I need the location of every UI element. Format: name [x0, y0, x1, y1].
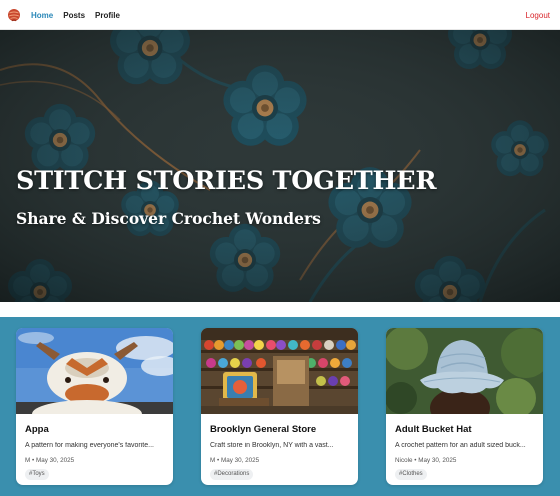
post-card[interactable]: Adult Bucket Hat A crochet pattern for a…: [386, 328, 543, 485]
post-description: Craft store in Brooklyn, NY with a vast.…: [210, 442, 334, 449]
post-author: M: [25, 457, 31, 464]
post-card[interactable]: Appa A pattern for making everyone's fav…: [16, 328, 173, 485]
post-image-brooklyn-general-store: [201, 328, 358, 414]
hero-title: STITCH STORIES TOGETHER: [16, 166, 437, 196]
post-date: May 30, 2025: [35, 457, 75, 464]
posts-section: Appa A pattern for making everyone's fav…: [0, 317, 560, 496]
nav-links: Home Posts Profile: [31, 0, 120, 30]
post-tag[interactable]: #Decorations: [210, 469, 254, 480]
hero-banner: STITCH STORIES TOGETHER Share & Discover…: [0, 30, 560, 302]
post-author: Nicole: [395, 457, 413, 464]
nav-link-profile[interactable]: Profile: [95, 11, 120, 20]
post-date: May 30, 2025: [418, 457, 457, 464]
post-author: M: [210, 457, 216, 464]
logout-button[interactable]: Logout: [526, 0, 550, 30]
post-image-appa: [16, 328, 173, 414]
post-description: A pattern for making everyone's favorite…: [25, 442, 154, 449]
post-image-adult-bucket-hat: [386, 328, 543, 414]
post-description: A crochet pattern for an adult sized buc…: [395, 442, 526, 449]
post-title[interactable]: Adult Bucket Hat: [395, 424, 472, 435]
section-divider: [0, 302, 560, 317]
hero-subtitle: Share & Discover Crochet Wonders: [16, 209, 321, 228]
post-tag[interactable]: #Toys: [25, 469, 49, 480]
post-card[interactable]: Brooklyn General Store Craft store in Br…: [201, 328, 358, 485]
post-meta: Nicole • May 30, 2025: [395, 457, 457, 464]
yarn-ball-logo-icon[interactable]: [7, 8, 21, 22]
top-navbar: Home Posts Profile Logout: [0, 0, 560, 30]
post-meta: M • May 30, 2025: [25, 457, 75, 464]
post-date: May 30, 2025: [220, 457, 260, 464]
post-title[interactable]: Brooklyn General Store: [210, 424, 316, 435]
post-meta: M • May 30, 2025: [210, 457, 260, 464]
post-title[interactable]: Appa: [25, 424, 49, 435]
nav-link-posts[interactable]: Posts: [63, 11, 85, 20]
post-tag[interactable]: #Clothes: [395, 469, 427, 480]
nav-link-home[interactable]: Home: [31, 11, 53, 20]
